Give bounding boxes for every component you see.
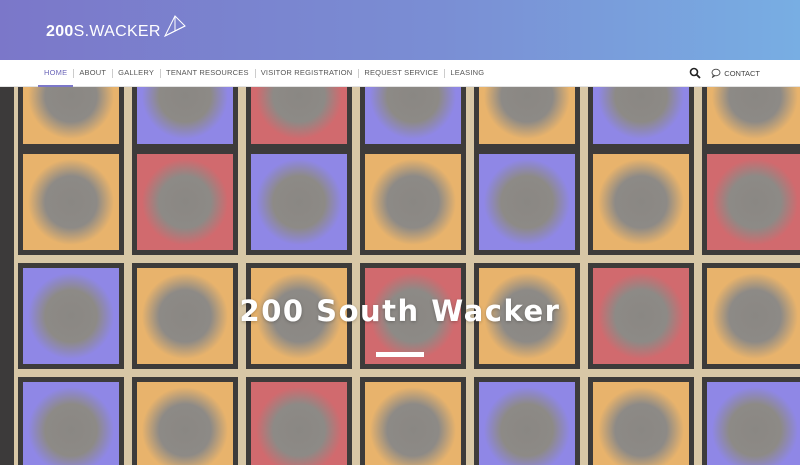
ceiling-tile-panel bbox=[484, 387, 570, 465]
ceiling-tile-panel bbox=[28, 159, 114, 245]
site-logo[interactable]: 200S.WACKER bbox=[46, 15, 187, 42]
ceiling-tile-panel bbox=[142, 87, 228, 139]
ceiling-tile-panel bbox=[484, 159, 570, 245]
logo-text-light: S.WACKER bbox=[73, 23, 161, 40]
ceiling-tile-panel bbox=[598, 159, 684, 245]
nav-right: CONTACT bbox=[689, 60, 760, 86]
ceiling-tile-panel bbox=[256, 87, 342, 139]
logo-text: 200S.WACKER bbox=[46, 22, 161, 42]
ceiling-tile-panel bbox=[370, 87, 456, 139]
nav-item-request-service[interactable]: REQUEST SERVICE bbox=[358, 60, 444, 86]
page: 200S.WACKER HOME ABOUT GALLERY TENANT RE… bbox=[0, 0, 800, 465]
hero-accent-bar bbox=[376, 352, 424, 357]
hero-title: 200 South Wacker bbox=[239, 294, 561, 328]
nav-item-gallery[interactable]: GALLERY bbox=[112, 60, 160, 86]
search-icon[interactable] bbox=[689, 67, 701, 79]
ceiling-tile-panel bbox=[142, 387, 228, 465]
hero-left-edge bbox=[0, 87, 14, 465]
contact-label: CONTACT bbox=[724, 68, 760, 78]
ceiling-tile-panel bbox=[142, 159, 228, 245]
ceiling-tile-panel bbox=[256, 159, 342, 245]
ceiling-tile-panel bbox=[598, 387, 684, 465]
ceiling-tile-panel bbox=[712, 387, 798, 465]
nav-items: HOME ABOUT GALLERY TENANT RESOURCES VISI… bbox=[38, 60, 490, 87]
ceiling-tile-panel bbox=[256, 387, 342, 465]
main-nav: HOME ABOUT GALLERY TENANT RESOURCES VISI… bbox=[0, 60, 800, 87]
nav-item-visitor-registration[interactable]: VISITOR REGISTRATION bbox=[254, 60, 359, 86]
nav-item-home[interactable]: HOME bbox=[38, 60, 74, 87]
ceiling-tile-panel bbox=[484, 87, 570, 139]
hero-section: 200 South Wacker bbox=[0, 87, 800, 465]
nav-item-about[interactable]: ABOUT bbox=[73, 60, 112, 86]
nav-item-tenant-resources[interactable]: TENANT RESOURCES bbox=[160, 60, 255, 86]
ceiling-tile-panel bbox=[370, 387, 456, 465]
ceiling-tile-panel bbox=[370, 159, 456, 245]
ceiling-tile-panel bbox=[28, 387, 114, 465]
ceiling-tile-panel bbox=[712, 159, 798, 245]
ceiling-tile-panel bbox=[712, 87, 798, 139]
nav-item-leasing[interactable]: LEASING bbox=[444, 60, 490, 86]
ceiling-tile-panel bbox=[28, 87, 114, 139]
logo-mark-icon bbox=[163, 15, 186, 38]
ceiling-tile-panel bbox=[598, 87, 684, 139]
hero-background-image bbox=[18, 87, 800, 465]
contact-link[interactable]: CONTACT bbox=[711, 68, 760, 78]
logo-text-bold: 200 bbox=[46, 23, 74, 40]
chat-bubble-icon bbox=[711, 68, 721, 78]
header-banner: 200S.WACKER bbox=[0, 0, 800, 60]
